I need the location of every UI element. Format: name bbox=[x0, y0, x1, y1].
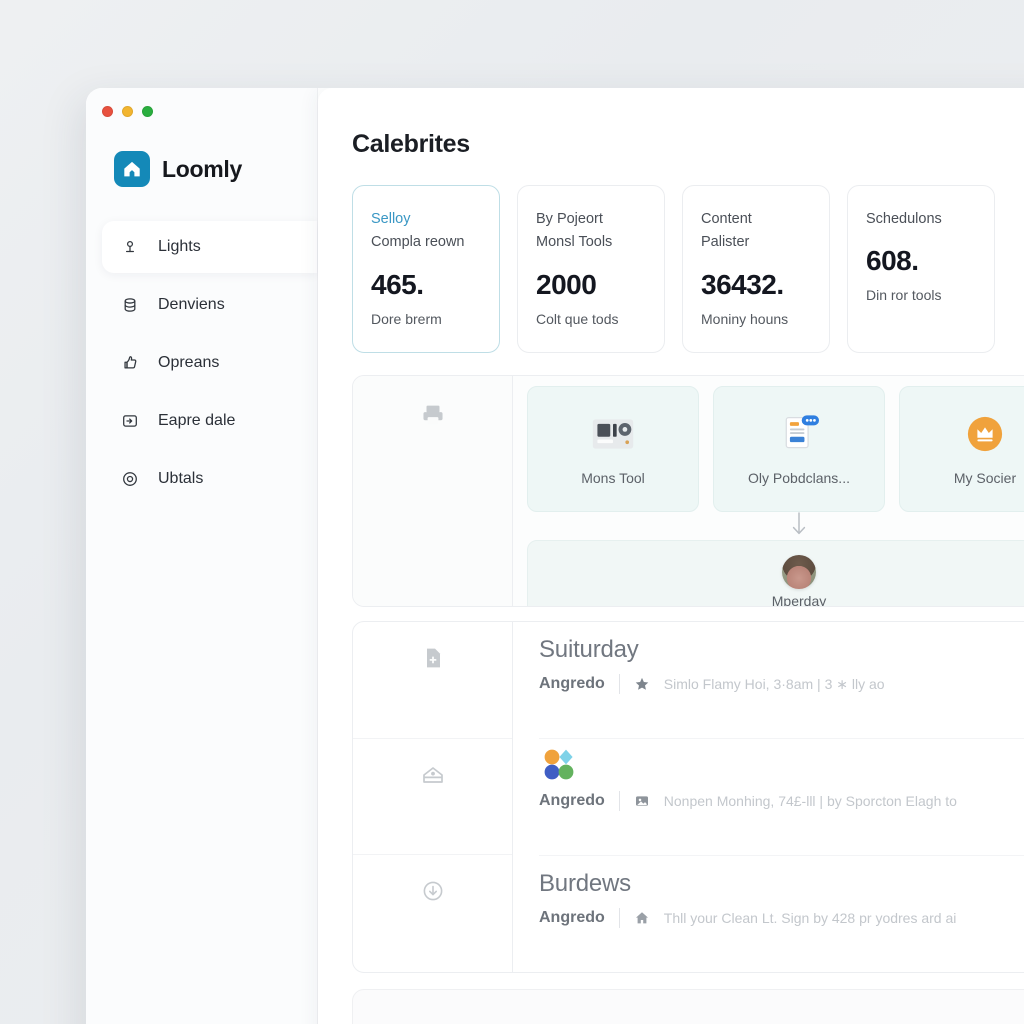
download-circle-icon[interactable] bbox=[421, 879, 445, 908]
sidebar-item-opreans[interactable]: Opreans bbox=[86, 337, 317, 389]
thumbs-up-icon bbox=[120, 353, 140, 373]
stat-label-secondary: Monsl Tools bbox=[536, 234, 613, 251]
list-item-meta-text: Nonpen Monhing, 74£-lll | by Sporcton El… bbox=[663, 793, 957, 809]
tools-panel: Mons Tool Oly Pobdclans... My Socier Mpe… bbox=[352, 375, 1024, 607]
brand-name: Loomly bbox=[162, 155, 242, 182]
maximize-window-button[interactable] bbox=[142, 106, 153, 117]
list-item[interactable]: Suiturday Angredo Simlo Flamy Hoi, 3·8am… bbox=[539, 622, 1024, 739]
list-item-meta: Angredo Thll your Clean Lt. Sign by 428 … bbox=[539, 908, 1024, 928]
stat-label-primary: Selloy bbox=[371, 211, 411, 227]
person-label: Mperday bbox=[771, 593, 827, 607]
list-rail-cell bbox=[353, 739, 512, 856]
document-comment-icon bbox=[777, 412, 821, 456]
home-icon bbox=[634, 910, 650, 926]
meta-divider bbox=[618, 791, 620, 811]
stat-label-primary: Content bbox=[701, 211, 752, 227]
flow-arrow bbox=[527, 511, 1024, 542]
database-icon bbox=[120, 295, 140, 315]
avatar bbox=[782, 555, 816, 589]
sidebar-item-ubtals[interactable]: Ubtals bbox=[86, 453, 317, 505]
sidebar-item-label: Opreans bbox=[158, 354, 220, 371]
document-add-icon[interactable] bbox=[421, 646, 445, 675]
list-item-author: Angredo bbox=[539, 909, 605, 926]
stat-label-secondary: Palister bbox=[701, 234, 750, 251]
crown-badge-icon bbox=[966, 412, 1004, 456]
list-item-heading: Suiturday bbox=[539, 636, 639, 663]
stat-value: 36432. bbox=[701, 268, 784, 300]
image-icon bbox=[634, 793, 650, 809]
sidebar-nav: Lights Denviens Opreans Eapre dale Ubtal… bbox=[86, 221, 317, 505]
stat-label-secondary: Compla reown bbox=[371, 234, 465, 251]
sidebar-item-lights[interactable]: Lights bbox=[102, 221, 317, 273]
sidebar: Loomly Lights Denviens Opreans Eapre dal… bbox=[86, 88, 318, 1024]
stat-sublabel: Din ror tools bbox=[866, 287, 942, 304]
tool-cards-row: Mons Tool Oly Pobdclans... My Socier bbox=[527, 386, 1024, 512]
list-item-meta-text: Thll your Clean Lt. Sign by 428 pr yodre… bbox=[663, 910, 957, 926]
brand-logo[interactable]: Loomly bbox=[86, 117, 317, 187]
tool-card-label: Oly Pobdclans... bbox=[748, 470, 850, 486]
stat-label-primary: By Pojeort bbox=[536, 211, 603, 227]
tool-card-label: Mons Tool bbox=[581, 470, 645, 486]
list-item-meta-text: Simlo Flamy Hoi, 3·8am | 3 ∗ lly ao bbox=[663, 675, 885, 692]
person-band[interactable]: Mperday bbox=[527, 540, 1024, 607]
stat-value: 465. bbox=[371, 268, 424, 300]
list-panel: Suiturday Angredo Simlo Flamy Hoi, 3·8am… bbox=[352, 621, 1024, 973]
tool-card-mons-tool[interactable]: Mons Tool bbox=[527, 386, 699, 512]
inbox-envelope-icon[interactable] bbox=[420, 763, 446, 792]
stat-card[interactable]: Schedulons 608. Din ror tools bbox=[847, 185, 995, 353]
stat-sublabel: Moniny houns bbox=[701, 310, 789, 327]
list-item[interactable]: Burdews Angredo Thll your Clean Lt. Sign… bbox=[539, 856, 1024, 972]
tool-card-label: My Socier bbox=[953, 470, 1017, 486]
list-item-heading: Burdews bbox=[539, 870, 631, 897]
page-title: Calebrites bbox=[352, 130, 470, 158]
list-item[interactable]: Angredo Nonpen Monhing, 74£-lll | by Spo… bbox=[539, 739, 1024, 856]
tool-card-my-socier[interactable]: My Socier bbox=[899, 386, 1024, 512]
stat-card[interactable]: Content Palister 36432. Moniny houns bbox=[682, 185, 830, 353]
close-window-button[interactable] bbox=[102, 106, 113, 117]
circle-info-icon bbox=[120, 469, 140, 489]
list-item-meta: Angredo Nonpen Monhing, 74£-lll | by Spo… bbox=[539, 791, 1024, 811]
sidebar-item-denviens[interactable]: Denviens bbox=[86, 279, 317, 331]
minimize-window-button[interactable] bbox=[122, 106, 133, 117]
app-window: Loomly Lights Denviens Opreans Eapre dal… bbox=[86, 88, 1024, 1024]
person-pin-icon bbox=[120, 237, 140, 257]
list-rail-cell bbox=[353, 622, 512, 739]
list-panel-rail bbox=[353, 622, 513, 972]
color-dots-icon bbox=[539, 746, 579, 791]
tool-card-oly-pobdclans[interactable]: Oly Pobdclans... bbox=[713, 386, 885, 512]
list-item-heading bbox=[539, 749, 1024, 783]
window-traffic-lights bbox=[86, 88, 317, 117]
sidebar-item-eapre-dale[interactable]: Eapre dale bbox=[86, 395, 317, 447]
printer-save-icon[interactable] bbox=[420, 402, 446, 606]
list-rail-cell bbox=[353, 855, 512, 972]
sidebar-item-label: Ubtals bbox=[158, 470, 204, 487]
sidebar-item-label: Eapre dale bbox=[158, 412, 236, 429]
arrow-down-icon bbox=[790, 511, 808, 542]
stat-cards-row: Selloy Compla reown 465. Dore brerm By P… bbox=[352, 185, 1024, 353]
stat-sublabel: Colt que tods bbox=[536, 310, 619, 327]
stat-value: 2000 bbox=[536, 268, 597, 300]
stat-card[interactable]: Selloy Compla reown 465. Dore brerm bbox=[352, 185, 500, 353]
stat-label-primary: Schedulons bbox=[866, 211, 942, 227]
list-item-author: Angredo bbox=[539, 792, 605, 809]
stat-card[interactable]: By Pojeort Monsl Tools 2000 Colt que tod… bbox=[517, 185, 665, 353]
tools-area: Mons Tool Oly Pobdclans... My Socier Mpe… bbox=[513, 376, 1024, 606]
tools-panel-rail bbox=[353, 376, 513, 606]
meta-divider bbox=[618, 908, 620, 928]
list-item-author: Angredo bbox=[539, 675, 605, 692]
stat-value: 608. bbox=[866, 245, 919, 277]
list-body: Suiturday Angredo Simlo Flamy Hoi, 3·8am… bbox=[513, 622, 1024, 972]
main-content: Calebrites Selloy Compla reown 465. Dore… bbox=[318, 88, 1024, 1024]
list-item-meta: Angredo Simlo Flamy Hoi, 3·8am | 3 ∗ lly… bbox=[539, 674, 1024, 694]
sidebar-item-label: Lights bbox=[158, 238, 201, 255]
meta-divider bbox=[618, 674, 620, 694]
media-refresh-icon bbox=[591, 412, 635, 456]
reply-box-icon bbox=[120, 411, 140, 431]
stat-sublabel: Dore brerm bbox=[371, 310, 442, 327]
star-icon bbox=[634, 676, 650, 692]
sidebar-item-label: Denviens bbox=[158, 296, 225, 313]
bottom-card-placeholder[interactable] bbox=[352, 989, 1024, 1024]
loomly-home-icon bbox=[114, 151, 150, 187]
